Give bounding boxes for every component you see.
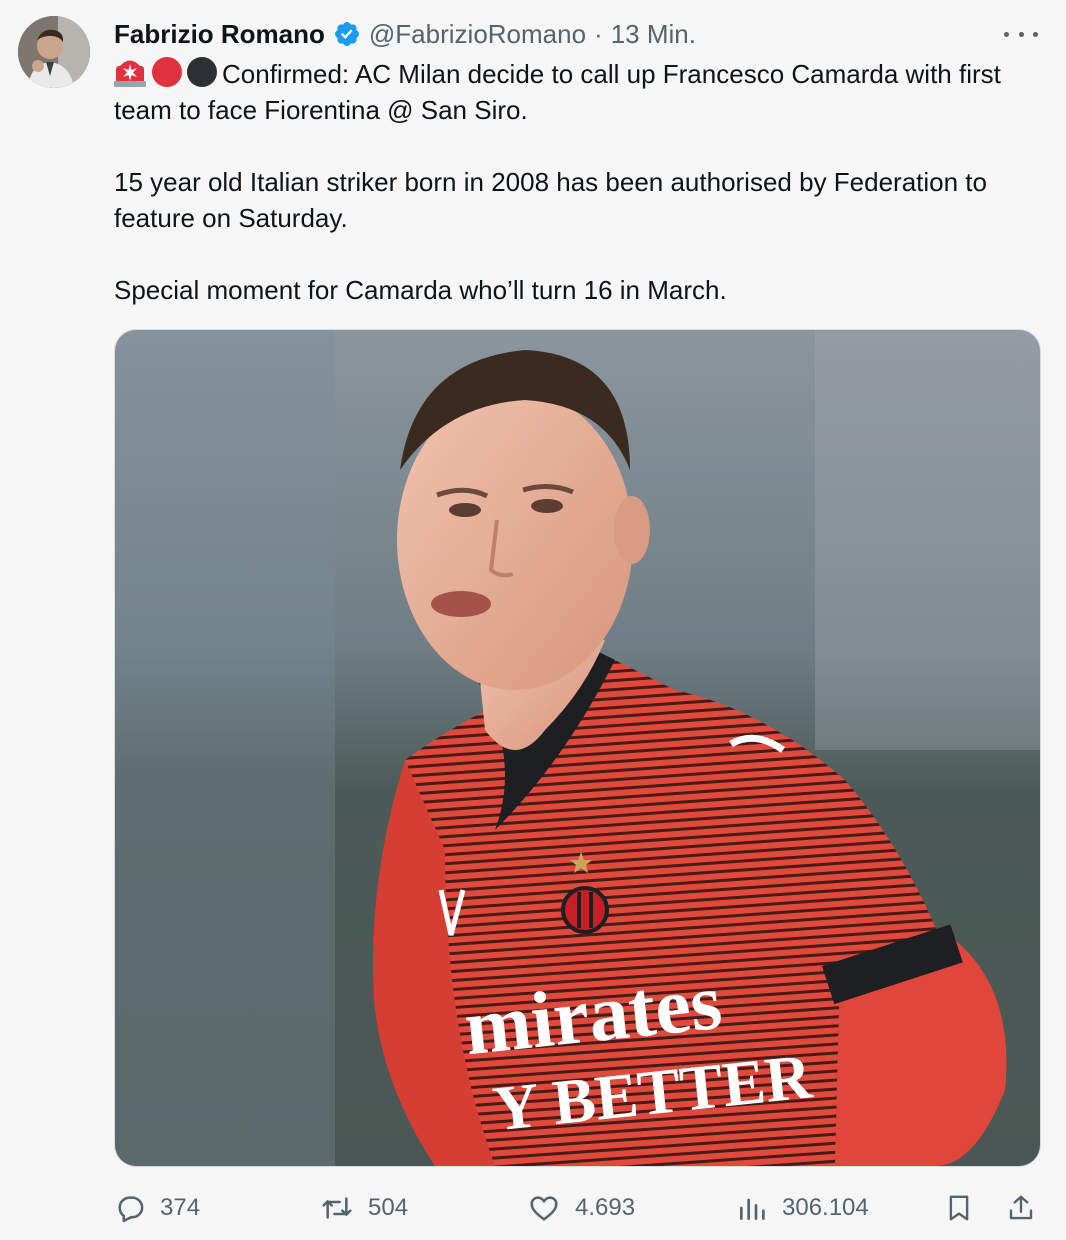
tweet-image[interactable]: mirates Y BETTER [114,329,1041,1167]
share-icon [1006,1192,1036,1224]
retweet-count: 504 [368,1194,409,1221]
retweet-icon [320,1192,354,1224]
retweet-button[interactable]: 504 [320,1186,408,1230]
author-name[interactable]: Fabrizio Romano [114,19,325,50]
more-options-icon[interactable] [1004,22,1038,46]
author-handle[interactable]: @FabrizioRomano [369,19,586,50]
timestamp[interactable]: 13 Min. [611,19,696,50]
views-icon [736,1192,768,1224]
tweet-paragraph-1: Confirmed: AC Milan decide to call up Fr… [114,59,1001,125]
siren-emoji-icon [114,56,218,88]
like-count: 4.693 [575,1194,636,1221]
tweet-paragraph-2: 15 year old Italian striker born in 2008… [114,167,987,233]
avatar[interactable] [18,16,90,88]
like-button[interactable]: 4.693 [527,1186,635,1230]
reply-count: 374 [160,1194,201,1221]
tweet-header: Fabrizio Romano @FabrizioRomano · 13 Min… [114,14,996,54]
bookmark-button[interactable] [944,1186,974,1230]
share-button[interactable] [1006,1186,1036,1230]
tweet-paragraph-3: Special moment for Camarda who’ll turn 1… [114,275,727,305]
bookmark-icon [944,1192,974,1224]
views-button[interactable]: 306.104 [736,1186,869,1230]
reply-icon [114,1192,146,1224]
action-bar: 374 504 4.693 306.104 [114,1186,1039,1230]
reply-button[interactable]: 374 [114,1186,200,1230]
tweet-text: Confirmed: AC Milan decide to call up Fr… [114,56,1034,308]
heart-icon [527,1192,561,1224]
views-count: 306.104 [782,1194,869,1221]
verified-badge-icon [333,20,361,48]
tweet[interactable]: Fabrizio Romano @FabrizioRomano · 13 Min… [0,0,1066,1240]
separator: · [594,18,603,49]
